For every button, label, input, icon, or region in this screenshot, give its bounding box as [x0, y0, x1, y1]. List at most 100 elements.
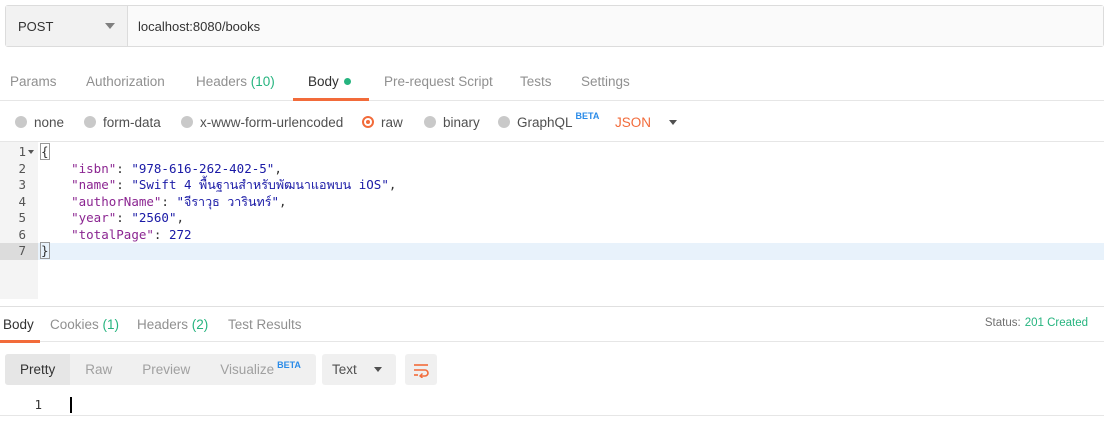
- radio-raw-label: raw: [381, 114, 403, 130]
- response-format-select[interactable]: Text: [322, 354, 396, 385]
- radio-icon: [84, 116, 96, 128]
- raw-format-label: JSON: [615, 114, 652, 130]
- tab-prerequest-script[interactable]: Pre-request Script: [384, 62, 493, 101]
- tab-authorization[interactable]: Authorization: [86, 62, 165, 101]
- raw-format-select[interactable]: JSON: [615, 104, 678, 140]
- active-tab-underline: [0, 340, 40, 343]
- json-key: "isbn": [71, 160, 117, 176]
- resp-tab-test-results[interactable]: Test Results: [228, 307, 302, 342]
- json-key: "year": [71, 210, 117, 225]
- tab-settings-label: Settings: [581, 74, 630, 89]
- json-value: 272: [168, 226, 192, 242]
- radio-none-label: none: [34, 114, 65, 130]
- line-number: 1: [18, 144, 26, 159]
- response-view-modes: Pretty Raw Preview Visualize BETA: [5, 354, 316, 385]
- tab-headers[interactable]: Headers (10): [196, 62, 275, 101]
- resp-tab-cookies-label: Cookies: [50, 317, 99, 332]
- tab-body[interactable]: Body: [308, 62, 351, 101]
- radio-urlencoded-label: x-www-form-urlencoded: [200, 114, 344, 130]
- radio-icon: [15, 116, 27, 128]
- code-line: 5 "year": "2560",: [0, 210, 1104, 227]
- radio-raw[interactable]: raw: [362, 104, 403, 140]
- tab-params[interactable]: Params: [10, 62, 57, 101]
- close-brace: }: [40, 242, 50, 259]
- resp-headers-count: (2): [191, 317, 209, 332]
- code-line: 4 "authorName": "จีราวุธ วารินทร์",: [0, 194, 1104, 211]
- json-value: "Swift 4 พื้นฐานสำหรับพัฒนาแอพบน iOS": [131, 177, 389, 192]
- json-value: "จีราวุธ วารินทร์": [176, 193, 280, 209]
- response-tabs: Body Cookies (1) Headers (2) Test Result…: [0, 306, 1104, 343]
- radio-binary[interactable]: binary: [424, 104, 480, 140]
- chevron-down-icon: [105, 23, 115, 29]
- radio-checked-icon: [362, 116, 374, 128]
- chevron-down-icon: [669, 119, 678, 125]
- beta-badge: BETA: [575, 111, 600, 121]
- radio-icon: [498, 116, 510, 128]
- json-value: "978-616-262-402-5": [131, 160, 275, 176]
- body-indicator-dot: [343, 78, 351, 85]
- view-preview-button[interactable]: Preview: [127, 354, 205, 385]
- request-body-editor[interactable]: 1 { 2 "isbn": "978-616-262-402-5", 3 "na…: [0, 141, 1104, 299]
- radio-graphql[interactable]: GraphQL BETA: [498, 104, 599, 140]
- tab-tests-label: Tests: [520, 74, 552, 89]
- response-format-label: Text: [332, 362, 357, 377]
- view-raw-button[interactable]: Raw: [70, 354, 127, 385]
- tab-headers-label: Headers: [196, 74, 248, 89]
- wrap-lines-icon: [414, 363, 429, 378]
- radio-form-data[interactable]: form-data: [84, 104, 161, 140]
- method-label: POST: [18, 18, 54, 34]
- line-number: 1: [34, 397, 42, 412]
- line-number: 5: [18, 210, 26, 225]
- view-pretty-button[interactable]: Pretty: [5, 354, 71, 385]
- resp-tab-test-results-label: Test Results: [228, 317, 302, 332]
- json-tail: ,: [176, 210, 185, 225]
- tab-body-label: Body: [308, 74, 339, 89]
- tab-prerequest-label: Pre-request Script: [384, 74, 493, 89]
- json-key: "authorName": [71, 193, 162, 209]
- radio-graphql-label: GraphQL: [517, 114, 573, 130]
- open-brace: {: [40, 143, 50, 160]
- request-url-bar: POST localhost:8080/books: [5, 5, 1104, 47]
- tab-settings[interactable]: Settings: [581, 62, 630, 101]
- code-line: 2 "isbn": "978-616-262-402-5",: [0, 161, 1104, 178]
- fold-arrow-icon[interactable]: [28, 150, 34, 154]
- beta-badge: BETA: [277, 360, 301, 370]
- json-tail: ,: [274, 160, 282, 176]
- method-select[interactable]: POST: [6, 6, 128, 46]
- radio-none[interactable]: none: [15, 104, 64, 140]
- resp-tab-body[interactable]: Body: [3, 307, 34, 342]
- code-line-current: 7 }: [0, 242, 1104, 260]
- tab-authorization-label: Authorization: [86, 74, 165, 89]
- chevron-down-icon: [374, 367, 382, 372]
- line-number: 2: [18, 160, 26, 176]
- tab-tests[interactable]: Tests: [520, 62, 552, 101]
- resp-tab-headers[interactable]: Headers (2): [137, 307, 208, 342]
- cookies-count: (1): [102, 317, 120, 332]
- resp-tab-headers-label: Headers: [137, 317, 189, 332]
- code-line: 6 "totalPage": 272: [0, 227, 1104, 244]
- view-visualize-button[interactable]: Visualize BETA: [205, 354, 316, 385]
- text-cursor: [70, 397, 72, 413]
- json-tail: ,: [388, 177, 397, 192]
- json-key: "name": [71, 177, 117, 192]
- headers-count: (10): [250, 74, 275, 89]
- json-value: "2560": [131, 210, 177, 225]
- view-visualize-label: Visualize: [220, 362, 275, 377]
- radio-urlencoded[interactable]: x-www-form-urlencoded: [181, 104, 343, 140]
- request-tabs: Params Authorization Headers (10) Body P…: [0, 62, 1104, 101]
- active-tab-underline: [293, 98, 369, 101]
- line-number: 6: [18, 226, 26, 242]
- json-tail: ,: [279, 193, 287, 209]
- radio-form-data-label: form-data: [103, 114, 161, 130]
- code-line: 3 "name": "Swift 4 พื้นฐานสำหรับพัฒนาแอพ…: [0, 177, 1104, 194]
- response-status: Status: 201 Created: [985, 307, 1088, 339]
- line-number: 7: [0, 243, 38, 260]
- body-type-options: none form-data x-www-form-urlencoded raw…: [0, 104, 1104, 140]
- wrap-lines-button[interactable]: [405, 354, 437, 385]
- response-body-editor[interactable]: 1: [0, 394, 1104, 416]
- status-label: Status:: [984, 317, 1021, 329]
- resp-tab-cookies[interactable]: Cookies (1): [50, 307, 119, 342]
- status-value: 201 Created: [1024, 317, 1088, 329]
- url-input[interactable]: localhost:8080/books: [128, 6, 1103, 46]
- json-key: "totalPage": [71, 226, 154, 242]
